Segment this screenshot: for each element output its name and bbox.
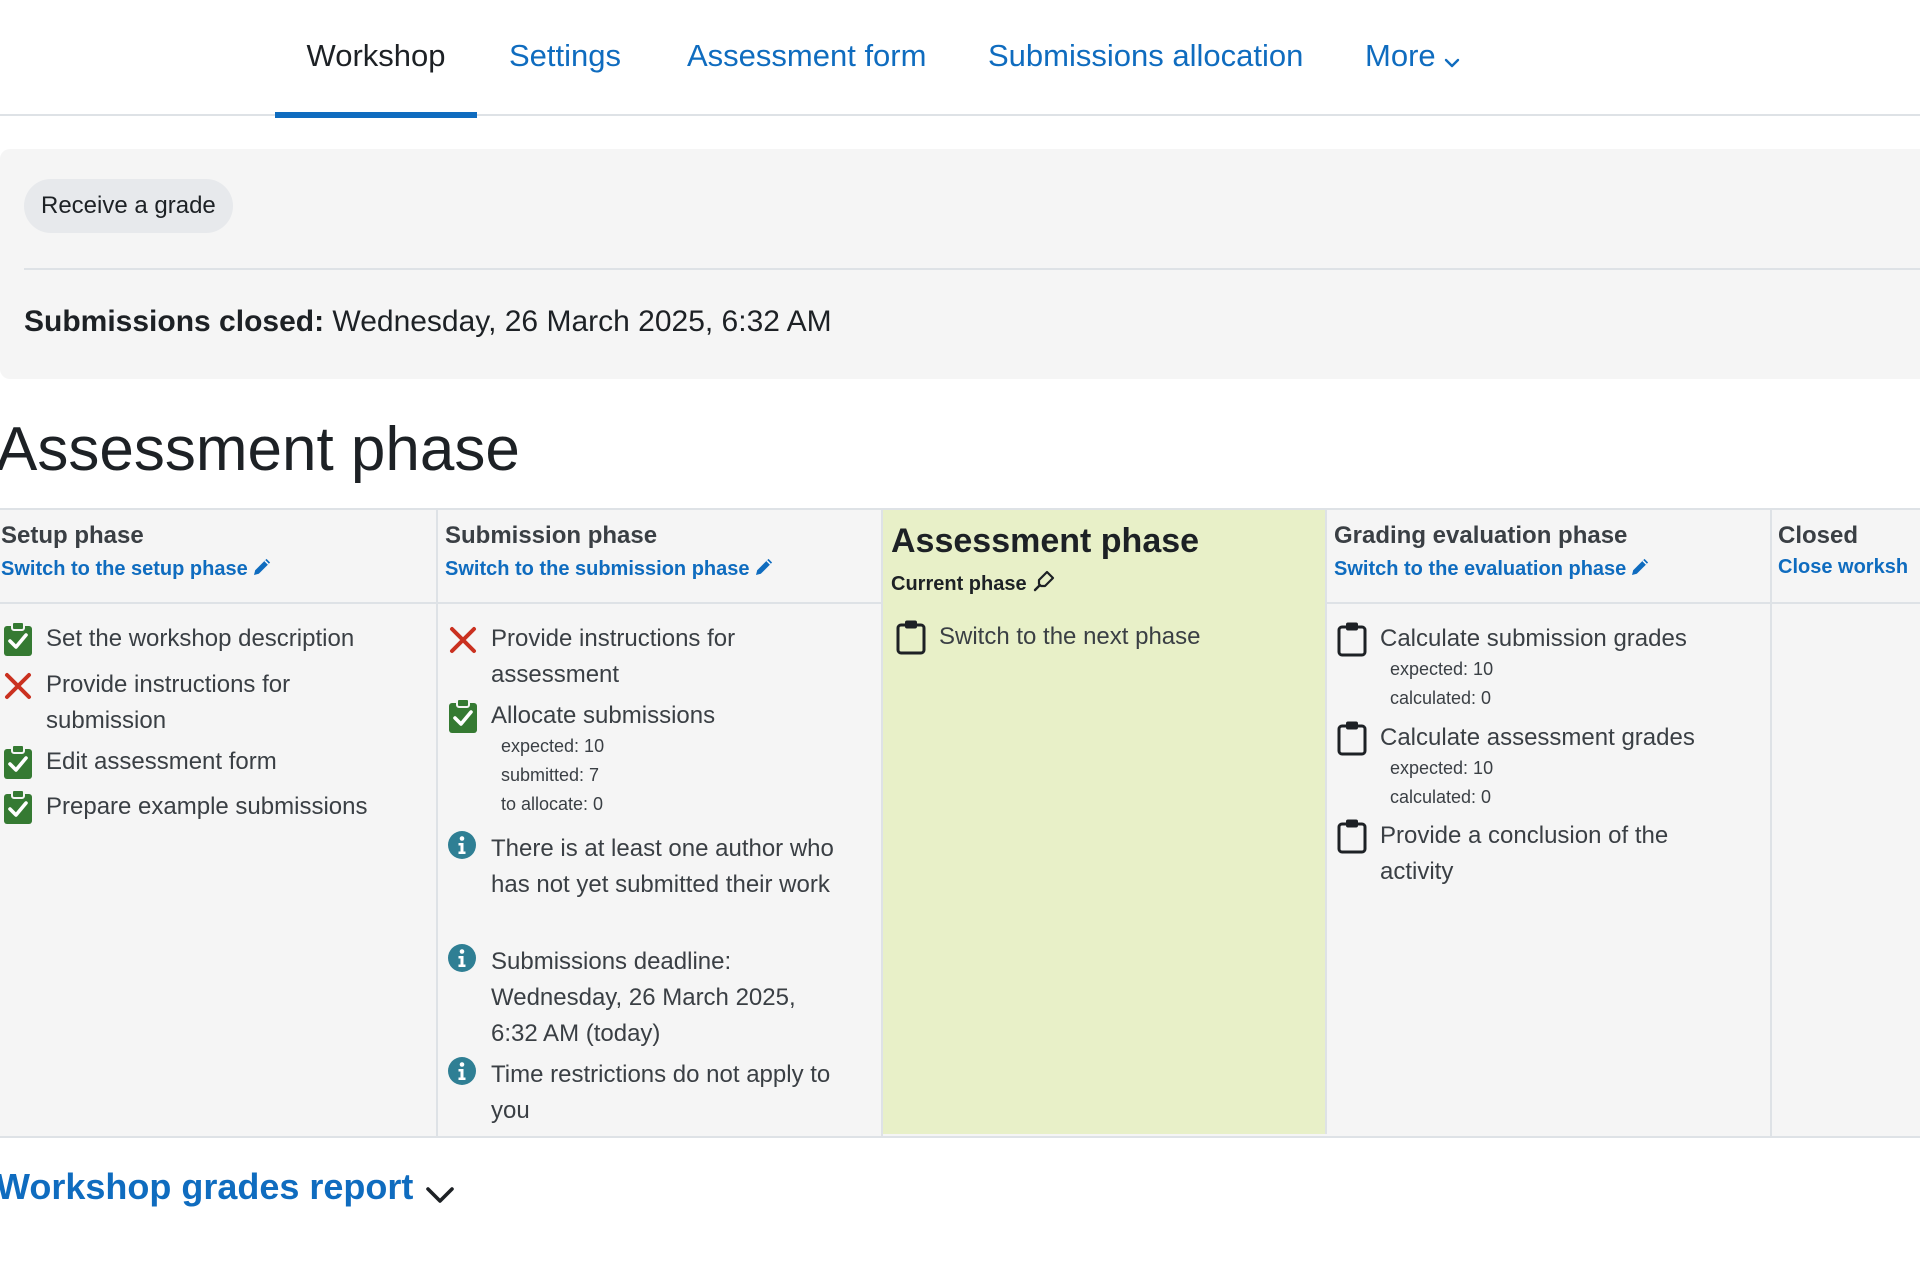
phase-header-submission: Submission phase Switch to the submissio… xyxy=(438,510,881,604)
submissions-closed-label: Submissions closed: xyxy=(24,305,325,338)
info-icon xyxy=(448,831,476,859)
phase-column-assessment: Assessment phase Current phase Switch to… xyxy=(883,510,1327,1134)
task-details: expected: 10 calculated: 0 xyxy=(1390,655,1493,713)
phase-title-submission: Submission phase xyxy=(445,522,658,549)
phase-header-assessment: Assessment phase Current phase xyxy=(883,510,1325,604)
task-text: There is at least one author who has not… xyxy=(491,835,834,898)
submissions-closed-line: Submissions closed: Wednesday, 26 March … xyxy=(24,305,832,339)
submissions-closed-value: Wednesday, 26 March 2025, 6:32 AM xyxy=(332,305,832,338)
clipboard-icon xyxy=(1337,819,1367,854)
pencil-icon xyxy=(1632,558,1649,575)
workshop-grades-report-label: Workshop grades report xyxy=(0,1166,414,1207)
task-text: Provide a conclusion of the activity xyxy=(1380,822,1669,885)
check-clipboard-icon xyxy=(4,789,32,824)
task-text: Edit assessment form xyxy=(46,748,277,775)
close-workshop-link[interactable]: Close worksh xyxy=(1778,556,1908,579)
tab-workshop[interactable]: Workshop xyxy=(275,0,477,118)
check-clipboard-icon xyxy=(449,698,477,733)
switch-to-evaluation-label: Switch to the evaluation phase xyxy=(1334,558,1627,580)
switch-to-setup-link[interactable]: Switch to the setup phase xyxy=(1,556,273,581)
pencil-icon xyxy=(755,558,772,575)
tab-submissions-allocation[interactable]: Submissions allocation xyxy=(988,0,1303,116)
detail-calculated: calculated: 0 xyxy=(1390,787,1492,807)
phase-title-evaluation: Grading evaluation phase xyxy=(1334,522,1628,549)
clipboard-icon xyxy=(1337,622,1367,657)
task-text: Calculate submission grades xyxy=(1380,625,1687,652)
phases-table: Setup phase Switch to the setup phase Se… xyxy=(0,508,1920,1138)
phase-column-evaluation: Grading evaluation phase Switch to the e… xyxy=(1327,510,1772,1136)
info-icon xyxy=(448,944,476,972)
task-text: Provide instructions for submission xyxy=(46,671,291,734)
clipboard-icon xyxy=(896,620,926,655)
cross-icon xyxy=(450,627,476,653)
detail-submitted: submitted: 7 xyxy=(501,765,600,785)
chevron-down-icon xyxy=(426,1187,455,1203)
task-text: Prepare example submissions xyxy=(46,793,368,820)
phase-title-setup: Setup phase xyxy=(1,522,144,549)
secondary-navigation: Workshop Settings Assessment form Submis… xyxy=(0,0,1920,118)
current-phase-text: Current phase xyxy=(891,573,1027,595)
receive-grade-badge: Receive a grade xyxy=(24,179,233,233)
tab-more[interactable]: More xyxy=(1365,0,1460,116)
workshop-grades-report-toggle[interactable]: Workshop grades report xyxy=(0,1166,455,1208)
task-text: Set the workshop description xyxy=(46,625,355,652)
detail-expected: expected: 10 xyxy=(1390,758,1494,778)
phase-header-setup: Setup phase Switch to the setup phase xyxy=(0,510,436,604)
chevron-down-icon xyxy=(1444,2,1460,114)
detail-expected: expected: 10 xyxy=(501,736,605,756)
task-text: Submissions deadline: Wednesday, 26 Marc… xyxy=(491,948,796,1047)
task-text: Switch to the next phase xyxy=(939,623,1201,650)
check-clipboard-icon xyxy=(4,621,32,656)
switch-to-setup-label: Switch to the setup phase xyxy=(1,558,248,580)
phase-title-assessment: Assessment phase xyxy=(891,522,1200,560)
lightbulb-icon xyxy=(1033,570,1054,592)
phase-column-submission: Submission phase Switch to the submissio… xyxy=(438,510,883,1136)
phase-column-setup: Setup phase Switch to the setup phase Se… xyxy=(0,510,438,1136)
task-details: expected: 10 calculated: 0 xyxy=(1390,754,1493,812)
switch-to-submission-link[interactable]: Switch to the submission phase xyxy=(445,556,775,581)
phase-column-closed: Closed Close worksh xyxy=(1772,510,1920,1136)
panel-divider xyxy=(24,268,1920,270)
task-text: Calculate assessment grades xyxy=(1380,724,1695,751)
tab-more-label: More xyxy=(1365,38,1436,73)
task-text: Time restrictions do not apply to you xyxy=(491,1061,831,1124)
task-text: Provide instructions for assessment xyxy=(491,625,736,688)
clipboard-icon xyxy=(1337,721,1367,756)
task-text: Allocate submissions xyxy=(491,702,716,729)
tab-settings[interactable]: Settings xyxy=(509,0,621,116)
cross-icon xyxy=(5,673,31,699)
phase-header-closed: Closed Close worksh xyxy=(1772,510,1920,604)
workshop-info-panel: Receive a grade Submissions closed: Wedn… xyxy=(0,149,1920,379)
detail-to-allocate: to allocate: 0 xyxy=(501,794,604,814)
switch-to-evaluation-link[interactable]: Switch to the evaluation phase xyxy=(1334,556,1651,581)
detail-calculated: calculated: 0 xyxy=(1390,688,1492,708)
switch-to-submission-label: Switch to the submission phase xyxy=(445,558,750,580)
info-icon xyxy=(448,1057,476,1085)
detail-expected: expected: 10 xyxy=(1390,659,1494,679)
pencil-icon xyxy=(253,558,270,575)
task-details: expected: 10 submitted: 7 to allocate: 0 xyxy=(501,732,604,819)
phase-header-evaluation: Grading evaluation phase Switch to the e… xyxy=(1327,510,1770,604)
page-title: Assessment phase xyxy=(0,415,520,484)
check-clipboard-icon xyxy=(4,744,32,779)
current-phase-label: Current phase xyxy=(891,570,1055,596)
tab-assessment-form[interactable]: Assessment form xyxy=(687,0,926,116)
phase-title-closed: Closed xyxy=(1778,522,1859,549)
